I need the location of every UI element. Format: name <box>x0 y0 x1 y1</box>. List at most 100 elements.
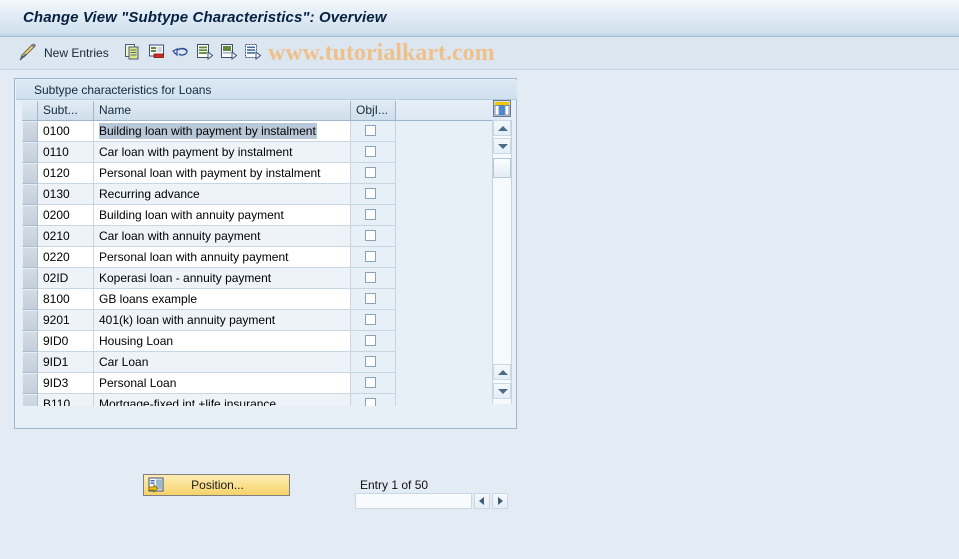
cell-name[interactable]: Recurring advance <box>94 184 351 205</box>
vertical-scroll-thumb[interactable] <box>493 158 511 178</box>
objid-checkbox[interactable] <box>365 398 376 406</box>
cell-subtype[interactable]: 0100 <box>38 121 94 142</box>
objid-checkbox[interactable] <box>365 272 376 283</box>
undo-icon[interactable] <box>172 43 190 61</box>
scroll-up-arrow-icon[interactable] <box>493 120 511 136</box>
cell-name[interactable]: Personal loan with annuity payment <box>94 247 351 268</box>
cell-subtype[interactable]: 0220 <box>38 247 94 268</box>
horizontal-scroll-track[interactable] <box>355 493 472 509</box>
cell-subtype[interactable]: 0210 <box>38 226 94 247</box>
deselect-all-icon[interactable] <box>220 43 238 61</box>
cell-name[interactable]: Koperasi loan - annuity payment <box>94 268 351 289</box>
table-row[interactable]: 9ID3 Personal Loan <box>21 373 397 394</box>
row-select-button[interactable] <box>22 394 38 406</box>
row-select-button[interactable] <box>22 142 38 163</box>
cell-name[interactable]: Building loan with payment by instalment <box>94 121 351 142</box>
table-row[interactable]: 0220 Personal loan with annuity payment <box>21 247 397 268</box>
table-settings-icon[interactable] <box>493 100 511 117</box>
cell-subtype[interactable]: 9201 <box>38 310 94 331</box>
row-select-button[interactable] <box>22 121 38 142</box>
table-row[interactable]: 0100 Building loan with payment by instal… <box>21 121 397 142</box>
objid-checkbox[interactable] <box>365 125 376 136</box>
scroll-down-arrow-icon[interactable] <box>493 138 511 154</box>
row-select-button[interactable] <box>22 163 38 184</box>
table-row[interactable]: 9ID1 Car Loan <box>21 352 397 373</box>
cell-name-text: Car Loan <box>99 355 149 369</box>
cell-name[interactable]: Housing Loan <box>94 331 351 352</box>
table-row[interactable]: 02ID Koperasi loan - annuity payment <box>21 268 397 289</box>
row-select-button[interactable] <box>22 184 38 205</box>
scroll-right-arrow-icon[interactable] <box>492 493 508 509</box>
row-select-button[interactable] <box>22 373 38 394</box>
cell-subtype[interactable]: 0120 <box>38 163 94 184</box>
cell-subtype[interactable]: 0130 <box>38 184 94 205</box>
table-row[interactable]: 0120 Personal loan with payment by instal… <box>21 163 397 184</box>
row-select-button[interactable] <box>22 226 38 247</box>
column-header-objid[interactable]: ObjI... <box>351 101 396 121</box>
objid-checkbox[interactable] <box>365 188 376 199</box>
select-block-icon[interactable] <box>244 43 262 61</box>
cell-subtype[interactable]: 0200 <box>38 205 94 226</box>
objid-checkbox[interactable] <box>365 356 376 367</box>
select-all-icon[interactable] <box>196 43 214 61</box>
cell-objid <box>351 352 396 373</box>
table-row[interactable]: 8100 GB loans example <box>21 289 397 310</box>
table-row[interactable]: B110 Mortgage-fixed int.+life insurance <box>21 394 397 406</box>
cell-subtype[interactable]: 9ID0 <box>38 331 94 352</box>
cell-name[interactable]: Car loan with annuity payment <box>94 226 351 247</box>
cell-subtype[interactable]: 9ID3 <box>38 373 94 394</box>
cell-name[interactable]: GB loans example <box>94 289 351 310</box>
copy-icon[interactable] <box>124 43 142 61</box>
cell-name-text: Recurring advance <box>99 187 200 201</box>
table-row[interactable]: 0110 Car loan with payment by instalment <box>21 142 397 163</box>
row-select-button[interactable] <box>22 247 38 268</box>
cell-objid <box>351 184 396 205</box>
table-row[interactable]: 0200 Building loan with annuity payment <box>21 205 397 226</box>
objid-checkbox[interactable] <box>365 314 376 325</box>
cell-subtype[interactable]: 8100 <box>38 289 94 310</box>
column-header-select[interactable] <box>22 101 38 121</box>
scroll-page-up-arrow-icon[interactable] <box>493 364 511 380</box>
objid-checkbox[interactable] <box>365 167 376 178</box>
cell-name[interactable]: Personal Loan <box>94 373 351 394</box>
cell-subtype[interactable]: 0110 <box>38 142 94 163</box>
row-select-button[interactable] <box>22 331 38 352</box>
cell-name[interactable]: Car Loan <box>94 352 351 373</box>
objid-checkbox[interactable] <box>365 209 376 220</box>
cell-name-text: Koperasi loan - annuity payment <box>99 271 272 285</box>
scroll-left-arrow-icon[interactable] <box>474 493 490 509</box>
row-select-button[interactable] <box>22 352 38 373</box>
table-row[interactable]: 9201 401(k) loan with annuity payment <box>21 310 397 331</box>
cell-objid <box>351 310 396 331</box>
position-button[interactable]: Position... <box>143 474 290 496</box>
objid-checkbox[interactable] <box>365 293 376 304</box>
cell-name[interactable]: Car loan with payment by instalment <box>94 142 351 163</box>
table-row[interactable]: 9ID0 Housing Loan <box>21 331 397 352</box>
new-entries-button[interactable]: New Entries <box>44 46 109 60</box>
row-select-button[interactable] <box>22 289 38 310</box>
delete-row-icon[interactable] <box>148 43 166 61</box>
cell-name[interactable]: Mortgage-fixed int.+life insurance <box>94 394 351 406</box>
cell-name[interactable]: 401(k) loan with annuity payment <box>94 310 351 331</box>
column-header-name[interactable]: Name <box>94 101 351 121</box>
cell-subtype[interactable]: 9ID1 <box>38 352 94 373</box>
cell-subtype[interactable]: 02ID <box>38 268 94 289</box>
row-select-button[interactable] <box>22 310 38 331</box>
objid-checkbox[interactable] <box>365 377 376 388</box>
column-header-subtype[interactable]: Subt... <box>38 101 94 121</box>
table-row[interactable]: 0130 Recurring advance <box>21 184 397 205</box>
table-row[interactable]: 0210 Car loan with annuity payment <box>21 226 397 247</box>
objid-checkbox[interactable] <box>365 251 376 262</box>
row-select-button[interactable] <box>22 268 38 289</box>
display-change-pencil-icon[interactable] <box>18 42 38 62</box>
cell-subtype[interactable]: B110 <box>38 394 94 406</box>
scroll-page-down-arrow-icon[interactable] <box>493 383 511 399</box>
horizontal-scrollbar[interactable] <box>355 493 508 509</box>
objid-checkbox[interactable] <box>365 230 376 241</box>
objid-checkbox[interactable] <box>365 335 376 346</box>
objid-checkbox[interactable] <box>365 146 376 157</box>
cell-name[interactable]: Building loan with annuity payment <box>94 205 351 226</box>
cell-name[interactable]: Personal loan with payment by instalment <box>94 163 351 184</box>
row-select-button[interactable] <box>22 205 38 226</box>
vertical-scrollbar[interactable] <box>492 120 512 404</box>
